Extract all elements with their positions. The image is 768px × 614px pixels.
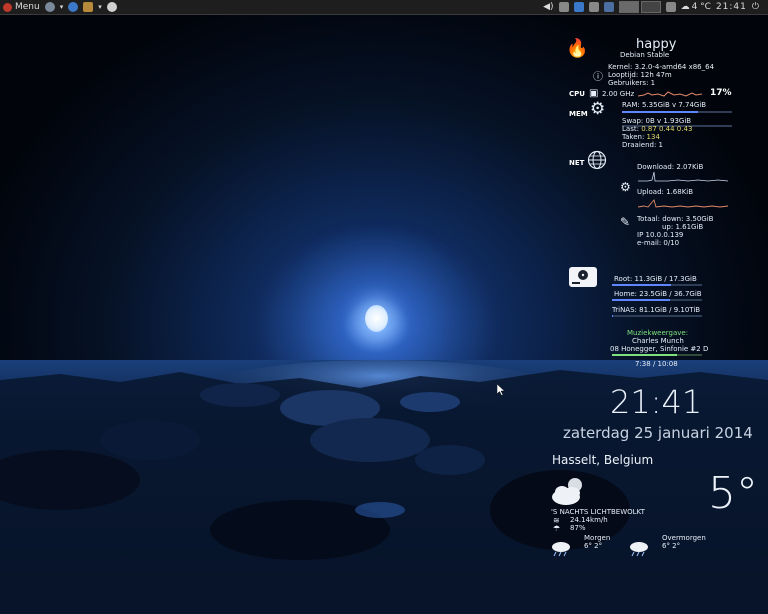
total-download: Totaal: down: 3.50GiB	[637, 215, 714, 223]
upload-graph	[638, 199, 728, 208]
download-speed: Download: 2.07KiB	[637, 163, 704, 171]
users: Gebruikers: 1	[608, 79, 656, 87]
menu-button[interactable]: Menu	[3, 0, 40, 14]
ram-usage: RAM: 5.35GiB v 7.74GiB	[622, 101, 707, 109]
rain-cloud-icon	[552, 542, 570, 557]
ram-bar	[622, 111, 732, 113]
wind-speed: 24.14km/h	[570, 516, 608, 524]
panel-temperature: 4 °C	[691, 2, 711, 12]
info-icon: ⓘ	[593, 72, 603, 83]
weather-temperature: 5°	[708, 468, 758, 519]
music-heading: Muziekweergave:	[627, 329, 689, 337]
checklist-icon: ✎	[620, 215, 631, 229]
running-tasks: Draaiend: 1	[622, 141, 664, 149]
disk-home-bar	[612, 299, 702, 301]
swap-usage: Swap: 0B v 1.93GiB	[622, 117, 692, 125]
forecast-dayafter-temps: 6° 2°	[662, 542, 681, 550]
rain-cloud-icon	[630, 542, 648, 557]
forecast-tomorrow-label: Morgen	[584, 534, 611, 542]
cpu-frequency: 2.00 GHz	[602, 90, 635, 98]
mem-label: MEM	[569, 110, 588, 118]
top-panel: Menu ▾ ▾ ◀) ☁ 4 °C 21:41 ⏻	[0, 0, 768, 15]
weather-condition: 'S NACHTS LICHTBEWOLKT	[551, 508, 645, 516]
gear-icon: ⚙	[620, 180, 631, 194]
disk-root: Root: 11.3GiB / 17.3GiB	[614, 275, 697, 283]
cpu-percent: 17%	[710, 88, 732, 98]
disk-trinas: TriNAS: 81.1GiB / 9.10TiB	[612, 306, 701, 314]
cpu-graph	[638, 91, 702, 97]
moon	[365, 305, 388, 332]
network-tray-icon[interactable]	[573, 2, 584, 12]
globe-icon	[587, 150, 607, 170]
gear-icon: ⚙	[590, 99, 606, 119]
disk-root-bar	[612, 284, 702, 286]
chevron-down-icon[interactable]: ▾	[60, 0, 64, 14]
tools-launcher-icon[interactable]	[83, 2, 94, 12]
big-clock-date: zaterdag 25 januari 2014	[563, 424, 753, 442]
power-icon[interactable]: ⏻	[752, 0, 759, 14]
workspace-2[interactable]	[640, 1, 661, 13]
update-tray-icon[interactable]	[603, 2, 614, 12]
cloud-icon: ☁	[680, 2, 690, 12]
chevron-down-icon[interactable]: ▾	[98, 0, 102, 14]
mouse-cursor-icon	[497, 384, 505, 396]
net-label: NET	[569, 159, 585, 167]
menu-label: Menu	[15, 2, 40, 12]
music-progress-bar	[612, 354, 702, 356]
forecast-dayafter-label: Overmorgen	[662, 534, 706, 542]
workspace-1[interactable]	[618, 1, 639, 13]
hard-drive-icon	[569, 267, 597, 287]
weather-tray[interactable]: ☁ 4 °C	[681, 0, 711, 14]
music-track: 08 Honegger, Sinfonie #2 D	[610, 345, 709, 353]
task-count: Taken: 134	[622, 133, 660, 141]
hostname: happy	[636, 37, 677, 52]
disk-trinas-bar	[612, 315, 702, 317]
chip-icon: ▣	[589, 88, 599, 99]
humidity: 87%	[570, 524, 586, 532]
weather-location: Hasselt, Belgium	[552, 453, 654, 467]
globe-launcher-icon[interactable]	[68, 2, 79, 12]
flame-icon: 🔥	[566, 38, 589, 59]
power-icon[interactable]	[106, 2, 117, 12]
user-tray-icon[interactable]	[588, 2, 599, 12]
music-artist: Charles Munch	[632, 337, 684, 345]
debian-logo-icon	[3, 2, 12, 12]
partly-cloudy-night-icon	[552, 478, 582, 505]
ip-address: IP 10.0.0.139	[637, 231, 684, 239]
big-clock-time: 21:41	[610, 383, 703, 421]
disk-home: Home: 23.5GiB / 36.7GiB	[614, 290, 702, 298]
download-graph	[638, 172, 728, 182]
total-upload: up: 1.61GiB	[662, 223, 704, 231]
browser-launcher-icon[interactable]	[44, 2, 55, 12]
email-count: e-mail: 0/10	[637, 239, 680, 247]
panel-clock[interactable]: 21:41	[716, 0, 747, 14]
load-average: Last: 0.87 0.44 0.43	[622, 125, 693, 133]
upload-speed: Upload: 1.68KiB	[637, 188, 694, 196]
music-time: 7:38 / 10:08	[635, 360, 678, 368]
document-tray-icon[interactable]	[558, 2, 569, 12]
cpu-label: CPU	[569, 90, 585, 98]
forecast-tomorrow-temps: 6° 2°	[584, 542, 603, 550]
uptime: Looptijd: 12h 47m	[608, 71, 672, 79]
volume-icon[interactable]: ◀)	[543, 0, 553, 14]
umbrella-icon: ☂	[553, 524, 561, 533]
distro: Debian Stable	[620, 51, 670, 59]
kernel: Kernel: 3.2.0-4-amd64 x86_64	[608, 63, 715, 71]
window-tray-icon[interactable]	[665, 2, 676, 12]
